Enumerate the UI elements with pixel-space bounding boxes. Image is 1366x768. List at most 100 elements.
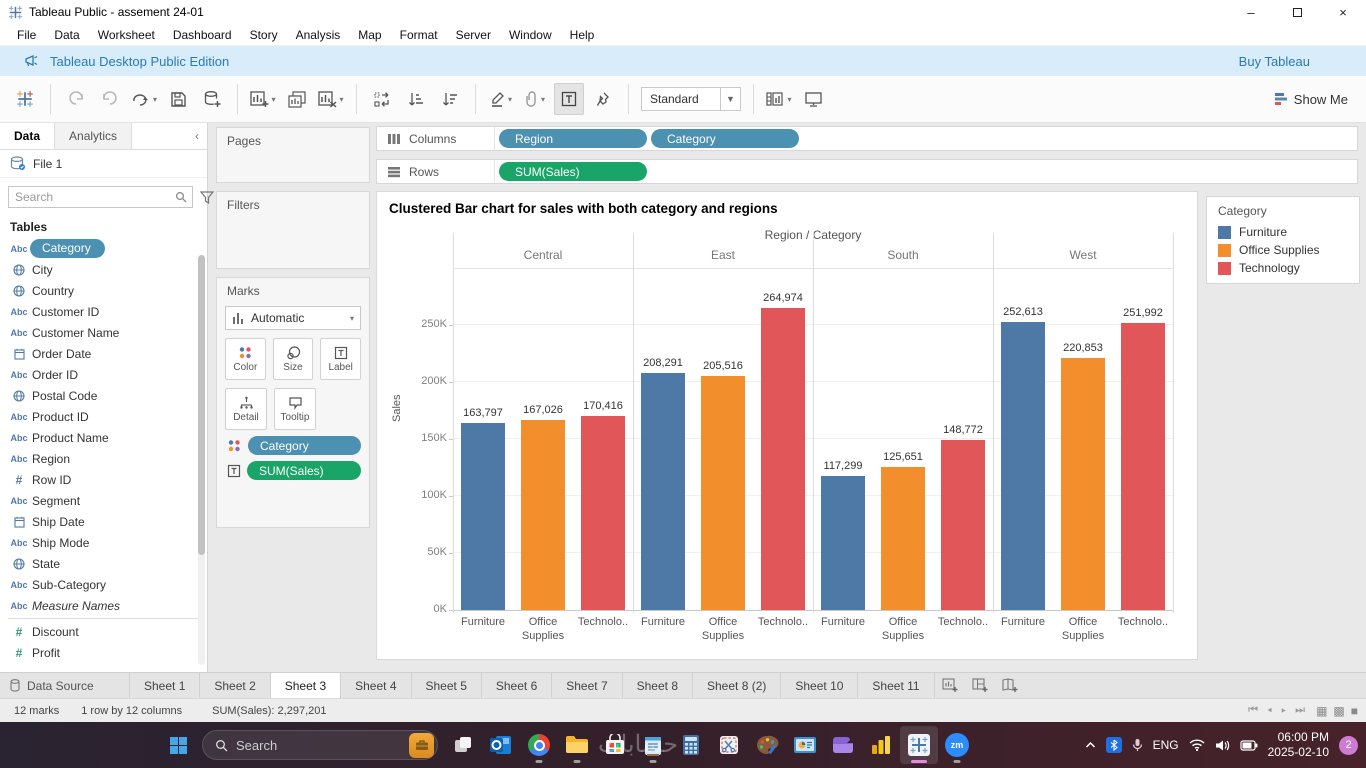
bar-south-office-supplies[interactable] xyxy=(881,467,925,610)
bar-east-furniture[interactable] xyxy=(641,373,685,610)
sheet-tab-sheet-2[interactable]: Sheet 2 xyxy=(200,673,271,698)
outlook-icon[interactable] xyxy=(482,726,520,764)
bar-central-technology[interactable] xyxy=(581,416,625,610)
field-sub-category[interactable]: Abc Sub-Category xyxy=(0,574,207,595)
clipchamp-icon[interactable] xyxy=(824,726,862,764)
field-product-id[interactable]: Abc Product ID xyxy=(0,406,207,427)
snipping-tool-icon[interactable] xyxy=(710,726,748,764)
maximize-button[interactable] xyxy=(1274,0,1320,24)
menu-item-worksheet[interactable]: Worksheet xyxy=(89,26,164,44)
filter-fields-icon[interactable] xyxy=(197,190,217,204)
menu-item-data[interactable]: Data xyxy=(45,26,88,44)
show-hide-cards-button[interactable]: ▾ xyxy=(764,83,794,115)
taskbar-search[interactable]: Search xyxy=(202,730,438,760)
marks-pill-sum-sales[interactable]: SUM(Sales) xyxy=(247,461,361,480)
show-me-button[interactable]: Show Me xyxy=(1273,92,1348,107)
field-postal-code[interactable]: Postal Code xyxy=(0,385,207,406)
sheet-tab-sheet-3[interactable]: Sheet 3 xyxy=(270,673,342,698)
fit-selector[interactable]: Standard ▼ xyxy=(641,87,741,111)
field-customer-id[interactable]: Abc Customer ID xyxy=(0,301,207,322)
bar-south-furniture[interactable] xyxy=(821,476,865,610)
filters-shelf[interactable]: Filters xyxy=(216,191,370,269)
new-dashboard-button[interactable] xyxy=(965,673,995,698)
tableau-icon[interactable] xyxy=(900,726,938,764)
sidebar-scrollbar[interactable] xyxy=(198,255,205,665)
columns-shelf[interactable]: Columns Region Category xyxy=(376,126,1358,151)
show-sheet-icon[interactable]: ■ xyxy=(1351,704,1358,718)
sheet-tab-sheet-7[interactable]: Sheet 7 xyxy=(552,673,623,698)
sort-ascending-button[interactable] xyxy=(401,83,431,115)
marks-pill-category[interactable]: Category xyxy=(248,436,361,455)
search-highlight-icon[interactable] xyxy=(409,732,434,758)
field-measure-names[interactable]: Abc Measure Names xyxy=(0,595,207,616)
field-country[interactable]: Country xyxy=(0,280,207,301)
bar-east-office-supplies[interactable] xyxy=(701,376,745,610)
field-category[interactable]: Abc Category xyxy=(0,238,207,259)
volume-icon[interactable] xyxy=(1215,739,1230,752)
mark-type-caret-icon[interactable]: ▾ xyxy=(350,314,354,323)
legend-item-technology[interactable]: Technology xyxy=(1207,259,1359,277)
zoom-icon[interactable]: zm xyxy=(938,726,976,764)
field-ship-mode[interactable]: Abc Ship Mode xyxy=(0,532,207,553)
bar-central-office-supplies[interactable] xyxy=(521,420,565,610)
field-profit[interactable]: # Profit xyxy=(0,642,207,663)
field-region[interactable]: Abc Region xyxy=(0,448,207,469)
field-search[interactable] xyxy=(8,186,193,208)
sheet-tab-sheet-11[interactable]: Sheet 11 xyxy=(858,673,935,698)
show-mark-labels-button[interactable] xyxy=(554,83,584,115)
clear-sheet-button[interactable]: ▾ xyxy=(316,83,346,115)
detail-button[interactable]: Detail xyxy=(225,388,267,430)
collapse-pane-icon[interactable]: ‹ xyxy=(187,123,207,149)
microsoft-store-icon[interactable] xyxy=(596,726,634,764)
rows-shelf[interactable]: Rows SUM(Sales) xyxy=(376,159,1358,184)
menu-item-help[interactable]: Help xyxy=(561,26,604,44)
start-button[interactable] xyxy=(160,727,196,763)
legend-item-office-supplies[interactable]: Office Supplies xyxy=(1207,241,1359,259)
task-view-icon[interactable] xyxy=(444,726,482,764)
show-tabs-icon[interactable]: ▦ xyxy=(1316,704,1327,718)
calculator-icon[interactable] xyxy=(672,726,710,764)
language-indicator[interactable]: ENG xyxy=(1153,738,1179,752)
color-legend[interactable]: Category Furniture Office Supplies Technol… xyxy=(1206,196,1360,284)
bar-east-technology[interactable] xyxy=(761,308,805,610)
close-button[interactable]: × xyxy=(1320,0,1366,24)
field-ship-date[interactable]: Ship Date xyxy=(0,511,207,532)
presentation-app-icon[interactable] xyxy=(786,726,824,764)
sheet-tab-sheet-8[interactable]: Sheet 8 xyxy=(623,673,693,698)
new-data-source-button[interactable] xyxy=(197,83,227,115)
data-source-tab[interactable]: Data Source xyxy=(0,673,130,698)
save-button[interactable] xyxy=(163,83,193,115)
paint-icon[interactable] xyxy=(748,726,786,764)
bar-south-technology[interactable] xyxy=(941,440,985,610)
bar-central-furniture[interactable] xyxy=(461,423,505,610)
new-worksheet-button[interactable]: ▾ xyxy=(248,83,278,115)
wifi-icon[interactable] xyxy=(1189,739,1205,751)
sort-descending-button[interactable] xyxy=(435,83,465,115)
sheet-tab-sheet-6[interactable]: Sheet 6 xyxy=(482,673,553,698)
chrome-icon[interactable] xyxy=(520,726,558,764)
sheet-tab-sheet-1[interactable]: Sheet 1 xyxy=(130,673,201,698)
highlight-button[interactable]: ▾ xyxy=(486,83,516,115)
size-button[interactable]: Size xyxy=(272,338,314,380)
field-row-id[interactable]: # Row ID xyxy=(0,469,207,490)
mark-type-dropdown[interactable]: Automatic ▾ xyxy=(225,306,361,330)
menu-item-dashboard[interactable]: Dashboard xyxy=(164,26,241,44)
rows-pill-sum-sales[interactable]: SUM(Sales) xyxy=(499,162,647,181)
fit-selector-caret-icon[interactable]: ▼ xyxy=(720,88,740,110)
power-bi-icon[interactable] xyxy=(862,726,900,764)
field-segment[interactable]: Abc Segment xyxy=(0,490,207,511)
redo-button[interactable] xyxy=(95,83,125,115)
menu-item-file[interactable]: File xyxy=(8,26,45,44)
tab-analytics[interactable]: Analytics xyxy=(54,123,133,149)
minimize-button[interactable]: – xyxy=(1228,0,1274,24)
tableau-logo-icon[interactable] xyxy=(10,83,40,115)
field-customer-name[interactable]: Abc Customer Name xyxy=(0,322,207,343)
label-button[interactable]: Label xyxy=(320,338,362,380)
field-order-date[interactable]: Order Date xyxy=(0,343,207,364)
sheet-nav-arrows[interactable]: ⏮ ◂ ▸ ⏭ xyxy=(1248,704,1308,717)
swap-rows-columns-button[interactable] xyxy=(367,83,397,115)
replay-button[interactable]: ▾ xyxy=(129,83,159,115)
menu-item-map[interactable]: Map xyxy=(349,26,390,44)
fix-axes-button[interactable] xyxy=(588,83,618,115)
clock[interactable]: 06:00 PM 2025-02-10 xyxy=(1268,730,1329,760)
